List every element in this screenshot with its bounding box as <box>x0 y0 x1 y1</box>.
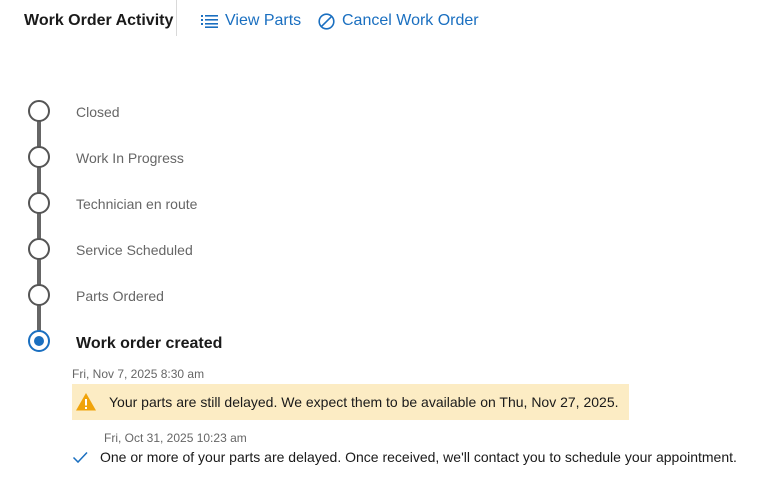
view-parts-button[interactable]: View Parts <box>201 12 301 30</box>
step-label-work-order-created: Work order created <box>76 335 223 352</box>
cancel-circle-icon <box>318 12 335 30</box>
step-label-work-in-progress: Work In Progress <box>76 150 184 166</box>
cancel-work-order-label: Cancel Work Order <box>342 12 479 29</box>
warning-icon <box>74 390 98 414</box>
cancel-work-order-button[interactable]: Cancel Work Order <box>318 12 479 30</box>
list-icon <box>201 14 218 28</box>
update-message: One or more of your parts are delayed. O… <box>100 449 737 465</box>
step-marker-service-scheduled <box>28 238 50 260</box>
update-timestamp: Fri, Oct 31, 2025 10:23 am <box>104 431 247 445</box>
header: Work Order Activity View Parts Cancel Wo… <box>0 0 775 44</box>
step-label-technician-en-route: Technician en route <box>76 196 198 212</box>
check-icon <box>72 449 88 465</box>
step-label-closed: Closed <box>76 104 120 120</box>
alert-message: Your parts are still delayed. We expect … <box>109 394 619 410</box>
update-item: One or more of your parts are delayed. O… <box>72 449 737 465</box>
update-timestamp: Fri, Nov 7, 2025 8:30 am <box>72 367 205 381</box>
step-marker-work-in-progress <box>28 146 50 168</box>
step-marker-technician-en-route <box>28 192 50 214</box>
header-divider <box>176 0 177 36</box>
page-title: Work Order Activity <box>24 12 174 29</box>
view-parts-label: View Parts <box>225 12 302 29</box>
delay-alert: Your parts are still delayed. We expect … <box>72 384 629 420</box>
step-marker-closed <box>28 100 50 122</box>
step-label-service-scheduled: Service Scheduled <box>76 242 193 258</box>
step-label-parts-ordered: Parts Ordered <box>76 288 164 304</box>
step-marker-work-order-created <box>28 330 50 352</box>
step-marker-parts-ordered <box>28 284 50 306</box>
